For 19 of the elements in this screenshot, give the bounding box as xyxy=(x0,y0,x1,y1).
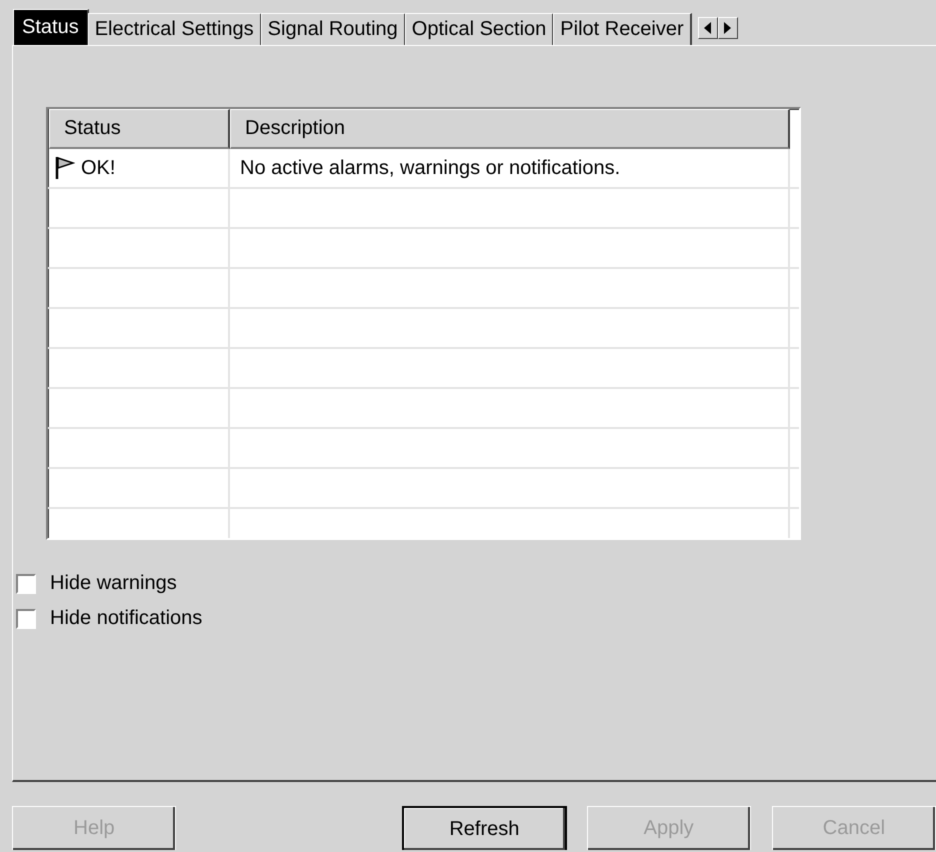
scroll-left-button[interactable] xyxy=(698,17,718,39)
right-triangle-icon xyxy=(724,22,732,34)
tab[interactable]: Signal Routing xyxy=(260,13,406,45)
checkbox-label: Hide notifications xyxy=(50,607,202,630)
dialog-button[interactable]: Refresh xyxy=(402,806,567,850)
checkbox[interactable] xyxy=(16,574,36,594)
tab[interactable]: Status xyxy=(13,9,89,45)
tab[interactable]: Pilot Receiver xyxy=(553,13,692,45)
checkbox-label: Hide warnings xyxy=(50,572,177,595)
table-cell: OK! xyxy=(81,156,116,180)
column-header[interactable]: Status xyxy=(49,109,230,149)
table-cell: No active alarms, warnings or notifications. xyxy=(240,156,620,180)
flag-icon xyxy=(55,156,75,180)
left-triangle-icon xyxy=(704,22,712,34)
tab[interactable]: Electrical Settings xyxy=(88,13,262,45)
tab[interactable]: Optical Section xyxy=(404,13,554,45)
checkbox[interactable] xyxy=(16,608,36,628)
scroll-right-button[interactable] xyxy=(718,17,738,39)
column-header[interactable]: Description xyxy=(230,109,790,149)
